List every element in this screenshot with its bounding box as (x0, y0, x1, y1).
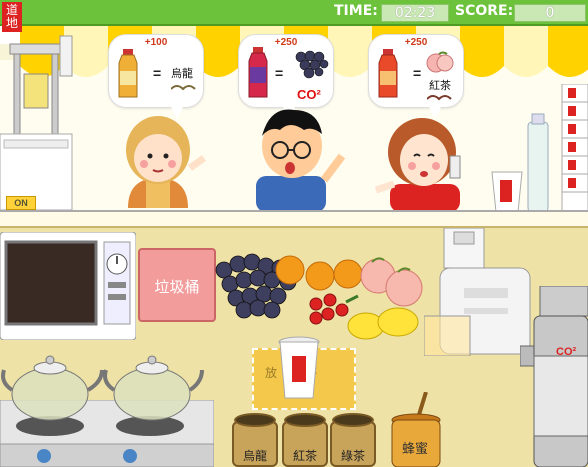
green-tea-jar[interactable]: 綠茶 (330, 413, 376, 467)
teapot-left[interactable] (0, 350, 104, 422)
microwave[interactable] (0, 232, 136, 340)
order-points: +250 (404, 37, 428, 48)
sealing-machine (0, 35, 73, 211)
drink-cup[interactable] (278, 336, 320, 400)
customer-girl-phone[interactable] (372, 108, 472, 212)
jar-label: 紅茶 (292, 449, 317, 463)
customer-boy-glasses[interactable] (240, 100, 350, 212)
oolong-jar[interactable]: 烏龍 (232, 413, 278, 467)
score-label: SCORE: (455, 3, 514, 19)
jar-label: 綠茶 (340, 449, 365, 463)
jar-label: 烏龍 (242, 449, 267, 463)
game-stage: TIME: 02:23 SCORE: 0 道地 ON +100 = 烏龍 +25… (0, 0, 588, 467)
peach-icon (426, 51, 454, 73)
honey-label: 蜂蜜 (401, 441, 428, 456)
counter-top (0, 210, 588, 228)
tea-leaves-icon (171, 85, 196, 91)
score-value: 0 (514, 4, 586, 22)
order-result: 紅茶 (429, 80, 451, 92)
trash-bin[interactable]: 垃圾桶 (138, 248, 216, 322)
time-value: 02:23 (381, 4, 449, 22)
cup-stack-shelf (491, 84, 588, 213)
peach-tea-bottle-icon (378, 49, 398, 98)
time-label: TIME: (334, 3, 378, 19)
order-points: +100 (144, 37, 168, 48)
brand-logo: 道地 (2, 2, 22, 32)
order-bubble-2: +250 = CO² (238, 34, 334, 119)
hud-bar: TIME: 02:23 SCORE: 0 (0, 0, 588, 26)
black-tea-jar[interactable]: 紅茶 (282, 413, 328, 467)
order-result: 烏龍 (171, 68, 193, 80)
trash-label: 垃圾桶 (154, 279, 200, 296)
oolong-bottle-icon (118, 49, 138, 98)
co2-tank-label: CO² (556, 346, 577, 358)
tea-leaves-icon (427, 95, 452, 101)
teapot-right[interactable] (100, 350, 204, 422)
grapes-icon (295, 50, 329, 79)
grape-bottle-icon (248, 47, 268, 98)
co2-tank[interactable] (520, 286, 588, 467)
customer-girl-blonde[interactable] (108, 108, 208, 212)
order-bubble-1: +100 = 烏龍 (108, 34, 204, 119)
machine-on-button[interactable]: ON (6, 196, 36, 210)
lemons-pile[interactable] (346, 304, 422, 344)
order-bubble-3: +250 = 紅茶 (368, 34, 464, 119)
juicer-machine[interactable] (424, 228, 532, 356)
